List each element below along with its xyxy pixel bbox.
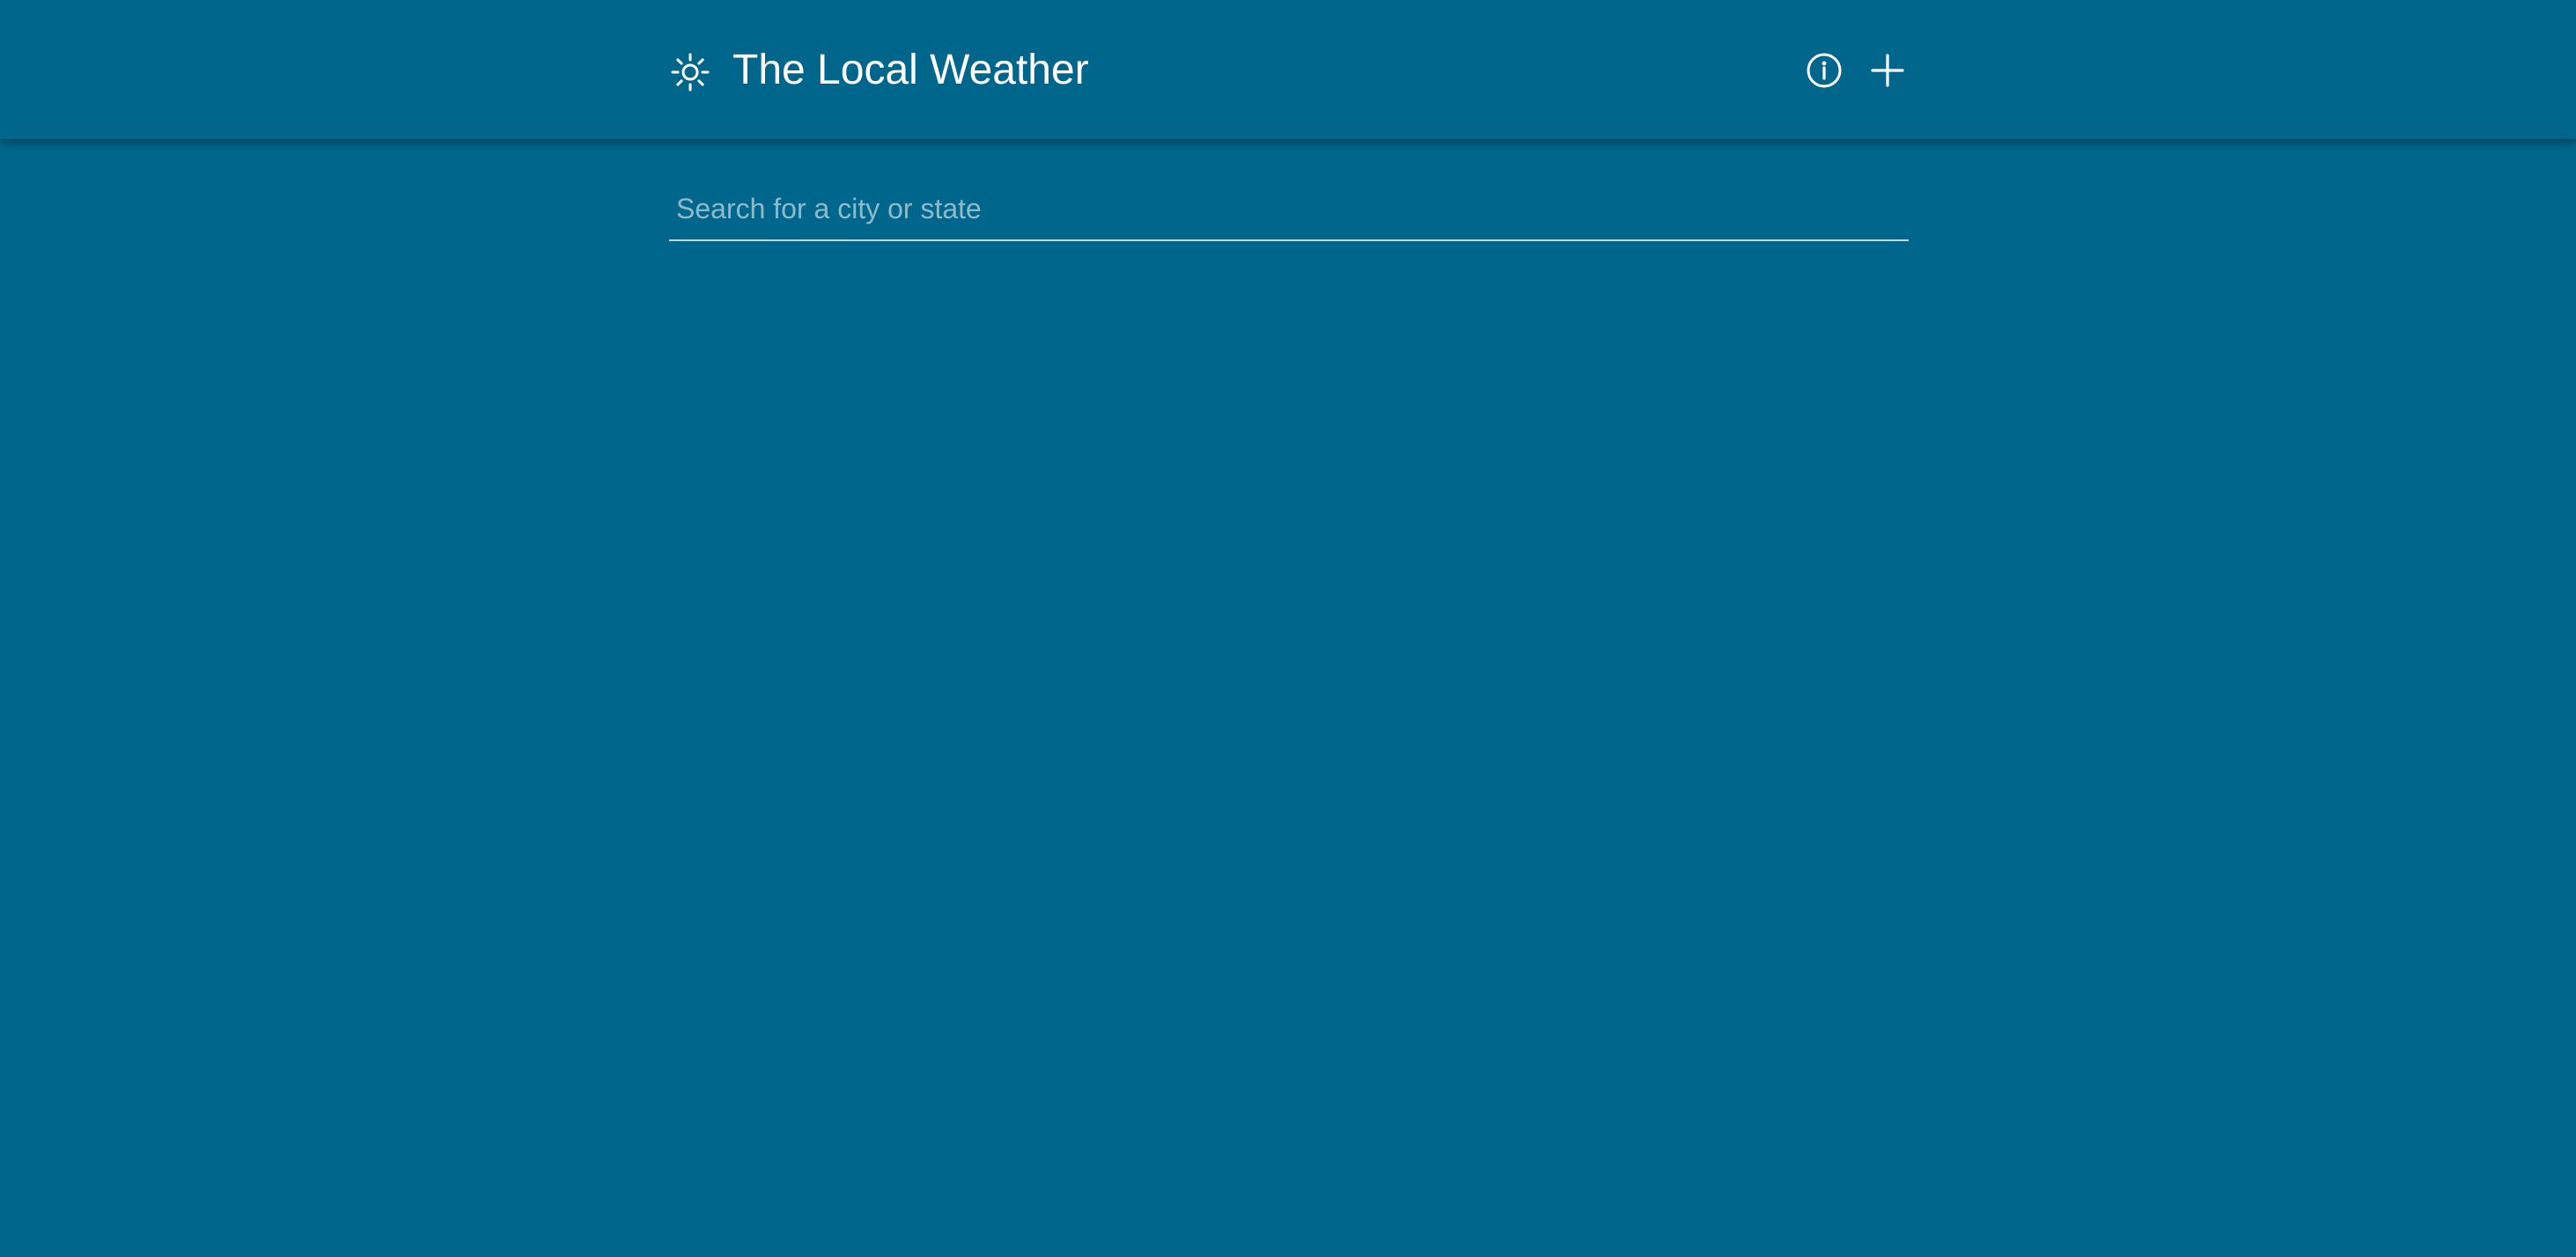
search-input[interactable] [669, 178, 1909, 239]
sun-icon [669, 51, 711, 93]
add-icon [1861, 44, 1914, 97]
info-icon [1798, 44, 1851, 97]
app-toolbar: The Local Weather [0, 0, 2576, 139]
search-field [669, 178, 1909, 241]
info-button[interactable] [1798, 44, 1851, 97]
add-button[interactable] [1861, 44, 1914, 97]
toolbar-content: The Local Weather [669, 0, 1909, 139]
app-title: The Local Weather [732, 47, 1089, 93]
